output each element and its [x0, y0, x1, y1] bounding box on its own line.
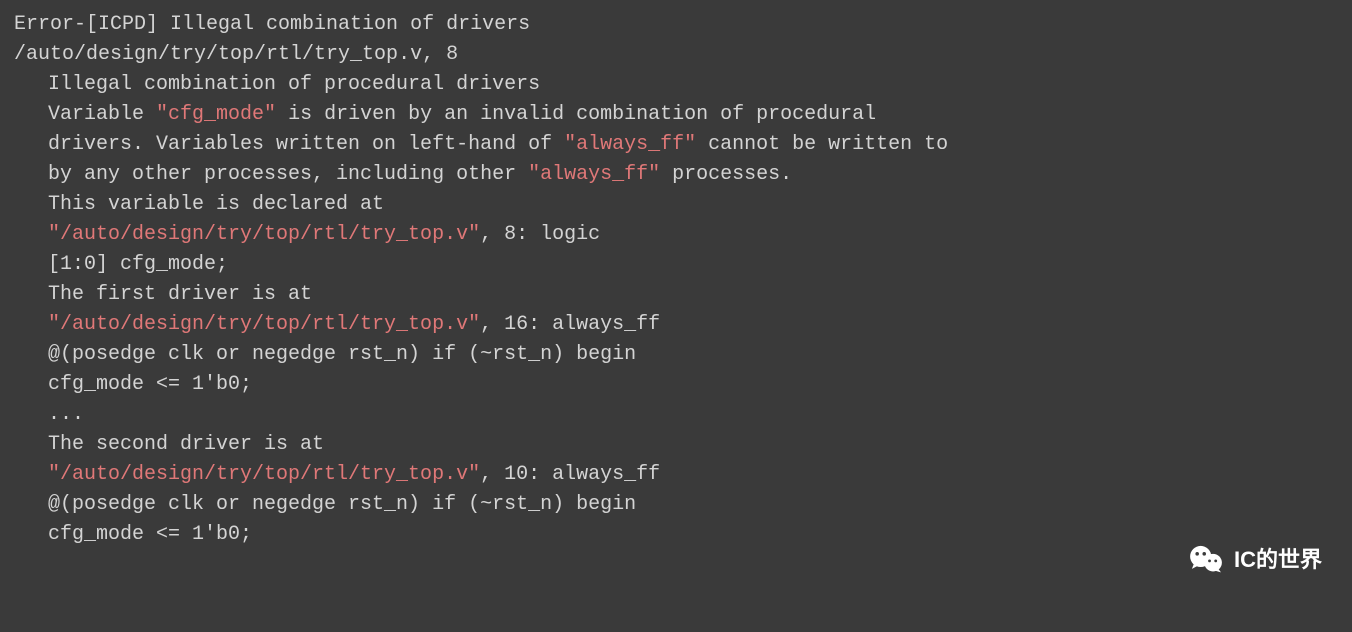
file-path: "/auto/design/try/top/rtl/try_top.v"	[48, 223, 480, 246]
declared-path-line: "/auto/design/try/top/rtl/try_top.v", 8:…	[14, 220, 1338, 250]
text-segment: , 8: logic	[480, 223, 600, 246]
text-segment: processes.	[660, 163, 792, 186]
second-driver-label: The second driver is at	[14, 430, 1338, 460]
text-segment: drivers. Variables written on left-hand …	[48, 133, 564, 156]
text-segment: , 10: always_ff	[480, 463, 660, 486]
error-reason: Illegal combination of procedural driver…	[14, 70, 1338, 100]
wechat-icon	[1188, 545, 1224, 575]
watermark: IC的世界	[1188, 543, 1322, 576]
text-segment: Variable	[48, 103, 156, 126]
text-segment: is driven by an invalid combination of p…	[276, 103, 876, 126]
watermark-text: IC的世界	[1234, 543, 1322, 576]
second-driver-stmt: @(posedge clk or negedge rst_n) if (~rst…	[14, 490, 1338, 520]
declared-bits: [1:0] cfg_mode;	[14, 250, 1338, 280]
first-driver-assign: cfg_mode <= 1'b0;	[14, 370, 1338, 400]
error-process-line: by any other processes, including other …	[14, 160, 1338, 190]
always-ff-keyword: "always_ff"	[564, 133, 696, 156]
first-driver-label: The first driver is at	[14, 280, 1338, 310]
declared-at-label: This variable is declared at	[14, 190, 1338, 220]
text-segment: by any other processes, including other	[48, 163, 528, 186]
variable-name: "cfg_mode"	[156, 103, 276, 126]
first-driver-stmt: @(posedge clk or negedge rst_n) if (~rst…	[14, 340, 1338, 370]
terminal-output: Error-[ICPD] Illegal combination of driv…	[14, 10, 1338, 550]
second-driver-assign: cfg_mode <= 1'b0;	[14, 520, 1338, 550]
error-drivers-line: drivers. Variables written on left-hand …	[14, 130, 1338, 160]
error-file-line: /auto/design/try/top/rtl/try_top.v, 8	[14, 40, 1338, 70]
text-segment: , 16: always_ff	[480, 313, 660, 336]
always-ff-keyword: "always_ff"	[528, 163, 660, 186]
first-driver-path-line: "/auto/design/try/top/rtl/try_top.v", 16…	[14, 310, 1338, 340]
file-path: "/auto/design/try/top/rtl/try_top.v"	[48, 313, 480, 336]
ellipsis: ...	[14, 400, 1338, 430]
text-segment: cannot be written to	[696, 133, 948, 156]
file-path: "/auto/design/try/top/rtl/try_top.v"	[48, 463, 480, 486]
error-header: Error-[ICPD] Illegal combination of driv…	[14, 10, 1338, 40]
second-driver-path-line: "/auto/design/try/top/rtl/try_top.v", 10…	[14, 460, 1338, 490]
error-variable-line: Variable "cfg_mode" is driven by an inva…	[14, 100, 1338, 130]
